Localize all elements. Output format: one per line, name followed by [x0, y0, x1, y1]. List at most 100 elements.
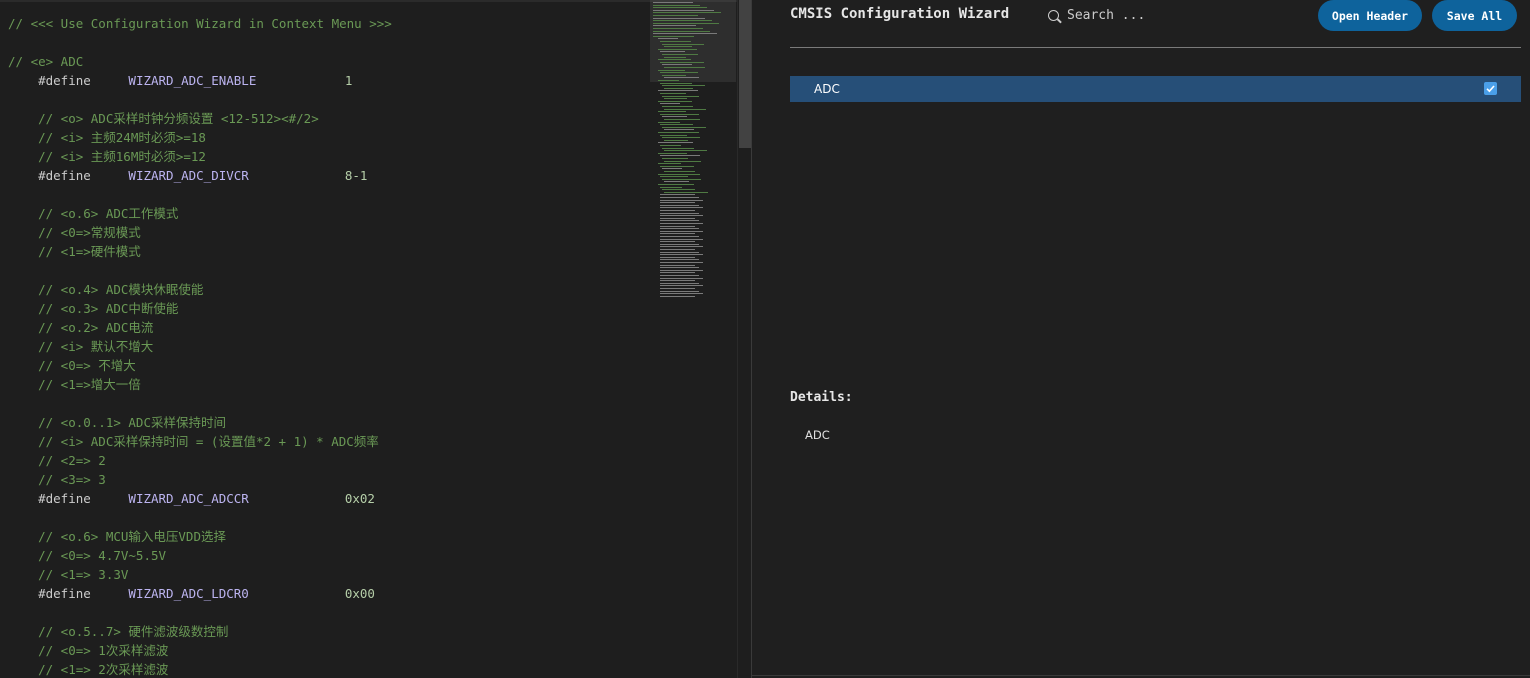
code-line[interactable]: #define WIZARD_ADC_ADCCR 0x02 [8, 489, 648, 508]
code-line[interactable]: // <1=>增大一倍 [8, 375, 648, 394]
minimap-line [660, 225, 695, 227]
code-line[interactable]: #define WIZARD_ADC_LDCR0 0x00 [8, 584, 648, 603]
code-macro: WIZARD_ADC_ADCCR [128, 491, 249, 506]
code-comment: // <o> ADC采样时钟分频设置 <12-512><#/2> [8, 111, 319, 126]
code-line[interactable]: // <1=>硬件模式 [8, 242, 648, 261]
minimap[interactable] [650, 0, 736, 678]
code-line[interactable]: #define WIZARD_ADC_DIVCR 8-1 [8, 166, 648, 185]
minimap-line [653, 35, 694, 37]
code-line[interactable]: // <i> 主频16M时必须>=12 [8, 147, 648, 166]
code-line[interactable]: // <0=> 1次采样滤波 [8, 641, 648, 660]
code-line[interactable]: // <1=> 2次采样滤波 [8, 660, 648, 678]
code-line[interactable] [8, 90, 648, 109]
code-line[interactable]: // <0=> 4.7V~5.5V [8, 546, 648, 565]
minimap-line [664, 150, 707, 152]
code-line[interactable]: // <3=> 3 [8, 470, 648, 489]
search-box[interactable] [1048, 4, 1247, 26]
minimap-line [660, 256, 695, 258]
minimap-line [660, 241, 695, 243]
code-line[interactable]: // <o.6> MCU输入电压VDD选择 [8, 527, 648, 546]
editor-scrollbar[interactable] [737, 0, 752, 678]
minimap-line [658, 80, 679, 81]
editor-scrollbar-thumb[interactable] [739, 0, 751, 148]
code-line[interactable] [8, 261, 648, 280]
code-line[interactable] [8, 603, 648, 622]
minimap-line [664, 119, 700, 120]
minimap-line [660, 197, 699, 198]
code-line[interactable]: // <2=> 2 [8, 451, 648, 470]
search-icon [1048, 9, 1059, 21]
minimap-line [658, 132, 699, 133]
code-comment: // <0=> 4.7V~5.5V [8, 548, 167, 563]
code-line[interactable]: // <o.2> ADC电流 [8, 318, 648, 337]
minimap-line [658, 38, 678, 40]
code-line[interactable]: // <o> ADC采样时钟分频设置 <12-512><#/2> [8, 109, 648, 128]
code-line[interactable]: // <o.0..1> ADC采样保持时间 [8, 413, 648, 432]
code-keyword: #define [8, 491, 129, 506]
code-line[interactable]: // <i> 默认不增大 [8, 337, 648, 356]
minimap-line [660, 262, 703, 263]
code-line[interactable] [8, 33, 648, 52]
code-editor[interactable]: // <<< Use Configuration Wizard in Conte… [0, 0, 738, 678]
minimap-line [660, 269, 703, 271]
details-text: ADC [805, 428, 830, 442]
minimap-line [653, 17, 705, 19]
minimap-line [660, 288, 695, 289]
minimap-line [653, 33, 717, 35]
minimap-line [660, 249, 695, 250]
minimap-line [660, 103, 680, 105]
search-input[interactable] [1067, 7, 1247, 23]
code-line[interactable]: // <o.6> ADC工作模式 [8, 204, 648, 223]
minimap-line [660, 293, 703, 295]
open-header-button[interactable]: Open Header [1318, 0, 1422, 31]
code-value: 8-1 [344, 168, 368, 183]
code-line[interactable]: // <i> 主频24M时必须>=18 [8, 128, 648, 147]
code-line[interactable]: // <1=> 3.3V [8, 565, 648, 584]
code-comment: // <1=>硬件模式 [8, 244, 141, 259]
code-line[interactable] [8, 185, 648, 204]
code-line[interactable]: // <0=>常规模式 [8, 223, 648, 242]
code-line[interactable]: // <o.4> ADC模块休眠使能 [8, 280, 648, 299]
minimap-line [660, 82, 692, 84]
code-value: 1 [344, 73, 353, 88]
minimap-line [660, 285, 703, 287]
code-line[interactable]: // <<< Use Configuration Wizard in Conte… [8, 14, 648, 33]
code-comment: // <<< Use Configuration Wizard in Conte… [8, 16, 392, 31]
minimap-line [660, 204, 699, 206]
minimap-line [653, 9, 714, 11]
code-line[interactable] [8, 508, 648, 527]
code-line[interactable]: // <e> ADC [8, 52, 648, 71]
code-line[interactable]: #define WIZARD_ADC_ENABLE 1 [8, 71, 648, 90]
minimap-line [660, 233, 695, 235]
tree-item-adc[interactable]: ADC [790, 76, 1521, 102]
minimap-line [662, 64, 692, 66]
save-all-button[interactable]: Save All [1432, 0, 1517, 31]
minimap-line [658, 184, 694, 185]
minimap-line [660, 272, 695, 274]
minimap-line [660, 220, 699, 222]
code-value: 0x02 [344, 491, 375, 506]
code-line[interactable]: // <0=> 不增大 [8, 356, 648, 375]
code-comment: // <o.0..1> ADC采样保持时间 [8, 415, 226, 430]
code-line[interactable]: // <i> ADC采样保持时间 = (设置值*2 + 1) * ADC频率 [8, 432, 648, 451]
code-line[interactable] [8, 394, 648, 413]
minimap-line [660, 212, 699, 214]
checkbox-checked-icon[interactable] [1484, 82, 1497, 95]
code-line[interactable]: // <o.5..7> 硬件滤波级数控制 [8, 622, 648, 641]
minimap-line [662, 137, 700, 139]
minimap-line [660, 194, 695, 196]
minimap-line [660, 124, 693, 126]
minimap-line [660, 243, 699, 245]
minimap-line [653, 28, 703, 29]
code-comment: // <o.6> ADC工作模式 [8, 206, 179, 221]
code-content[interactable]: // <<< Use Configuration Wizard in Conte… [8, 14, 648, 678]
code-comment: // <2=> 2 [8, 453, 106, 468]
minimap-line [660, 259, 699, 261]
minimap-line [660, 41, 691, 42]
minimap-line [658, 173, 700, 175]
minimap-line [664, 108, 706, 110]
minimap-line [653, 22, 719, 24]
code-line[interactable]: // <o.3> ADC中断使能 [8, 299, 648, 318]
code-macro: WIZARD_ADC_ENABLE [128, 73, 257, 88]
minimap-line [660, 280, 695, 282]
